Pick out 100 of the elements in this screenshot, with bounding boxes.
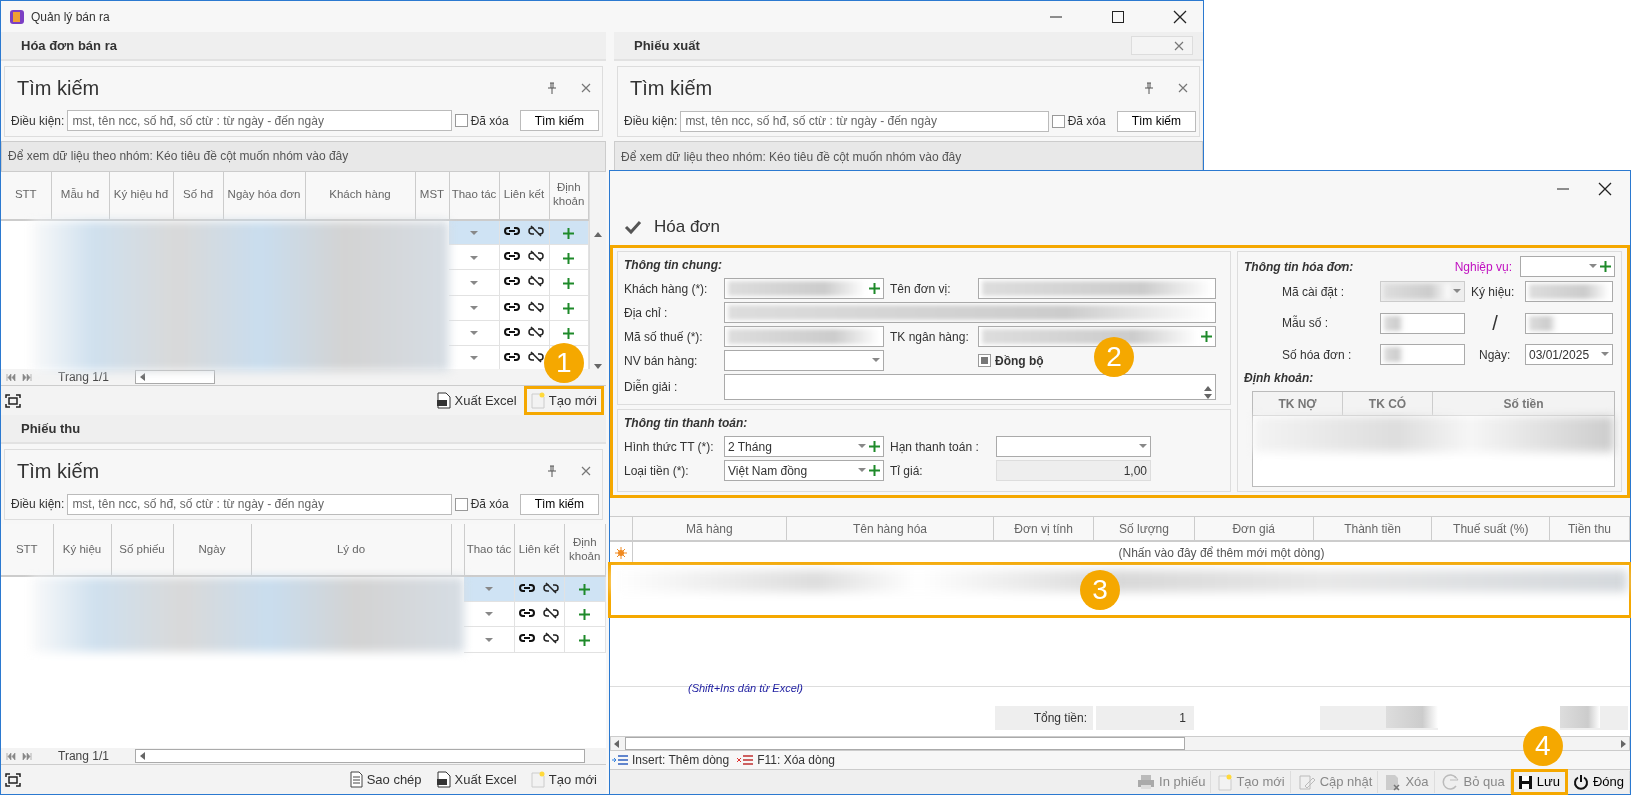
plus-icon[interactable] [563,302,575,314]
column-header[interactable]: Định khoản [564,524,606,576]
scroll-left-icon[interactable] [139,373,145,382]
input-field[interactable] [724,302,1216,323]
scroll-down-icon[interactable] [1204,394,1212,399]
input-field[interactable] [724,278,884,299]
plus-icon[interactable] [579,609,591,621]
fit-screen-icon[interactable] [5,394,21,409]
search-button[interactable]: Tìm kiếm [1116,110,1196,132]
copy-button[interactable]: Sao chép [344,766,427,793]
plus-icon[interactable] [563,252,575,264]
unlink-icon[interactable] [543,632,559,645]
column-header[interactable]: MST [415,171,449,220]
column-header[interactable]: Liên kết [514,524,564,576]
input-field[interactable] [1380,344,1465,365]
row-action-cell[interactable] [464,626,514,652]
search-field[interactable]: mst, tên ncc, số hđ, số ctừ : từ ngày - đến ngày [67,493,452,515]
unlink-icon[interactable] [528,300,544,313]
first-page-icon[interactable] [6,373,16,381]
checkbox[interactable] [454,114,468,128]
column-header[interactable]: Ngày [173,524,251,576]
input-field[interactable] [978,278,1216,299]
link-icon[interactable] [504,226,520,237]
dropdown-field[interactable] [724,350,884,371]
caret-icon[interactable] [484,637,493,643]
dropdown-field[interactable] [996,436,1151,457]
plus-icon[interactable] [563,328,575,340]
unlink-icon[interactable] [528,225,544,238]
checkbox[interactable] [454,497,468,511]
date-field[interactable]: 03/01/2025 [1525,344,1613,365]
caret-icon[interactable] [469,331,478,337]
caret-icon[interactable] [469,255,478,261]
vertical-scrollbar[interactable] [589,171,606,370]
fit-screen-icon[interactable] [5,773,21,788]
caret-icon[interactable] [858,468,866,473]
column-header[interactable]: Ngày hóa đơn [223,171,305,220]
caret-icon[interactable] [1139,444,1147,449]
plus-icon[interactable] [869,465,880,476]
column-header[interactable]: Mã hàng [632,517,787,540]
caret-icon[interactable] [469,230,478,236]
create-button[interactable]: Tạo mới [525,766,602,793]
unlink-icon[interactable] [528,350,544,363]
last-page-icon[interactable] [22,373,32,381]
row-action-cell[interactable] [449,244,499,270]
input-field[interactable] [724,326,884,347]
column-header[interactable]: Thành tiền [1313,517,1433,540]
plus-icon[interactable] [579,584,591,596]
column-header[interactable]: Thuế suất (%) [1432,517,1551,540]
column-header[interactable]: Thao tác [464,524,514,576]
scroll-up-icon[interactable] [594,231,602,237]
search-field[interactable]: mst, tên ncc, số hđ, số ctừ : từ ngày - đến ngày [67,110,452,132]
column-header[interactable]: STT [1,524,53,576]
dropdown-field[interactable] [1520,256,1615,277]
caret-icon[interactable] [484,587,493,593]
new-row-hint[interactable]: (Nhấn vào đây để thêm mới một dòng) [1118,543,1325,562]
row-action-cell[interactable] [464,576,514,602]
caret-icon[interactable] [858,444,866,449]
column-header[interactable]: STT [1,171,51,220]
row-action-cell[interactable] [464,601,514,627]
column-header[interactable]: Mẫu hđ [51,171,109,220]
row-action-cell[interactable] [449,269,499,295]
column-header[interactable]: TK NỢ [1253,392,1343,415]
plus-icon[interactable] [579,634,591,646]
plus-icon[interactable] [563,227,575,239]
link-icon[interactable] [504,326,520,337]
scroll-up-icon[interactable] [1204,386,1212,391]
export-button[interactable]: Xuất Excel [430,766,522,793]
checkbox[interactable] [978,354,991,367]
column-header[interactable]: Tiền thu [1550,517,1630,540]
unlink-icon[interactable] [528,275,544,288]
column-header[interactable]: Khách hàng [305,171,415,220]
create-button[interactable]: Tạo mới [525,387,602,414]
search-button[interactable]: Tìm kiếm [519,110,599,132]
column-header[interactable]: Định khoản [549,171,589,220]
link-icon[interactable] [504,276,520,287]
input-field[interactable] [1525,281,1613,302]
link-icon[interactable] [504,351,520,362]
pin-icon[interactable] [547,465,557,477]
column-header[interactable]: Tên hàng hóa [786,517,995,540]
plus-icon[interactable] [869,441,880,452]
last-page-icon[interactable] [22,752,32,760]
link-icon[interactable] [519,582,535,593]
pin-icon[interactable] [1144,82,1154,94]
checkbox[interactable] [1051,114,1065,128]
description-field[interactable] [724,374,1216,400]
horizontal-scrollbar[interactable] [134,370,215,385]
column-header[interactable]: Số hđ [173,171,223,220]
close-button[interactable]: Đóng [1567,771,1630,793]
unlink-icon[interactable] [543,607,559,619]
input-field[interactable] [1380,312,1465,334]
column-header[interactable]: Đơn giá [1194,517,1314,540]
plus-icon[interactable] [1201,331,1212,342]
input-field[interactable] [1525,312,1613,334]
column-header[interactable]: Liên kết [499,171,549,220]
unlink-icon[interactable] [543,581,559,594]
horizontal-scrollbar[interactable] [134,749,585,763]
maximize-icon[interactable] [1111,9,1125,24]
scroll-right-icon[interactable] [1621,739,1626,748]
link-icon[interactable] [519,608,535,618]
unlink-icon[interactable] [528,250,544,263]
